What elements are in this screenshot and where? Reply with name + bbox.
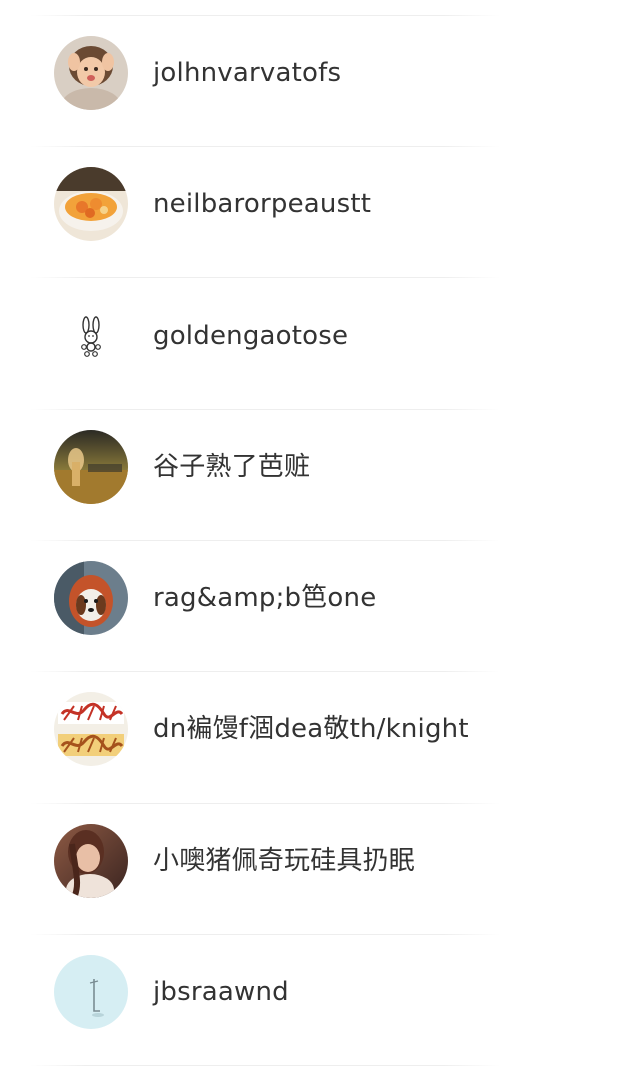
user-row[interactable]: jbsraawnd <box>0 934 640 1065</box>
username: dn褊馒f涸dea敬th/knight <box>153 714 469 744</box>
woman-portrait-avatar[interactable] <box>54 824 128 898</box>
user-row[interactable]: rag&amp;b笆one <box>0 540 640 671</box>
username: rag&amp;b笆one <box>153 583 377 613</box>
user-row[interactable]: neilbarorpeaustt <box>0 146 640 277</box>
hooded-dog-avatar[interactable] <box>54 561 128 635</box>
user-row[interactable]: 谷子熟了芭赃 <box>0 409 640 540</box>
user-row[interactable]: goldengaotose <box>0 277 640 408</box>
sunset-field-avatar[interactable] <box>54 430 128 504</box>
username: 小噢猪佩奇玩硅具扔眠 <box>153 846 416 876</box>
chinese-calligraphy-avatar[interactable] <box>54 692 128 766</box>
user-row[interactable]: jolhnvarvatofs <box>0 15 640 146</box>
food-bowl-avatar[interactable] <box>54 167 128 241</box>
user-row[interactable]: dn褊馒f涸dea敬th/knight <box>0 671 640 802</box>
child-photo-avatar[interactable] <box>54 36 128 110</box>
divider <box>30 1065 500 1066</box>
username: jbsraawnd <box>153 977 289 1007</box>
bunny-sketch-avatar[interactable] <box>54 299 128 373</box>
user-row[interactable]: 小噢猪佩奇玩硅具扔眠 <box>0 803 640 934</box>
username: 谷子熟了芭赃 <box>153 452 311 482</box>
username: goldengaotose <box>153 321 349 351</box>
username: jolhnvarvatofs <box>153 58 342 88</box>
username: neilbarorpeaustt <box>153 189 372 219</box>
light-blue-sketch-avatar[interactable] <box>54 955 128 1029</box>
